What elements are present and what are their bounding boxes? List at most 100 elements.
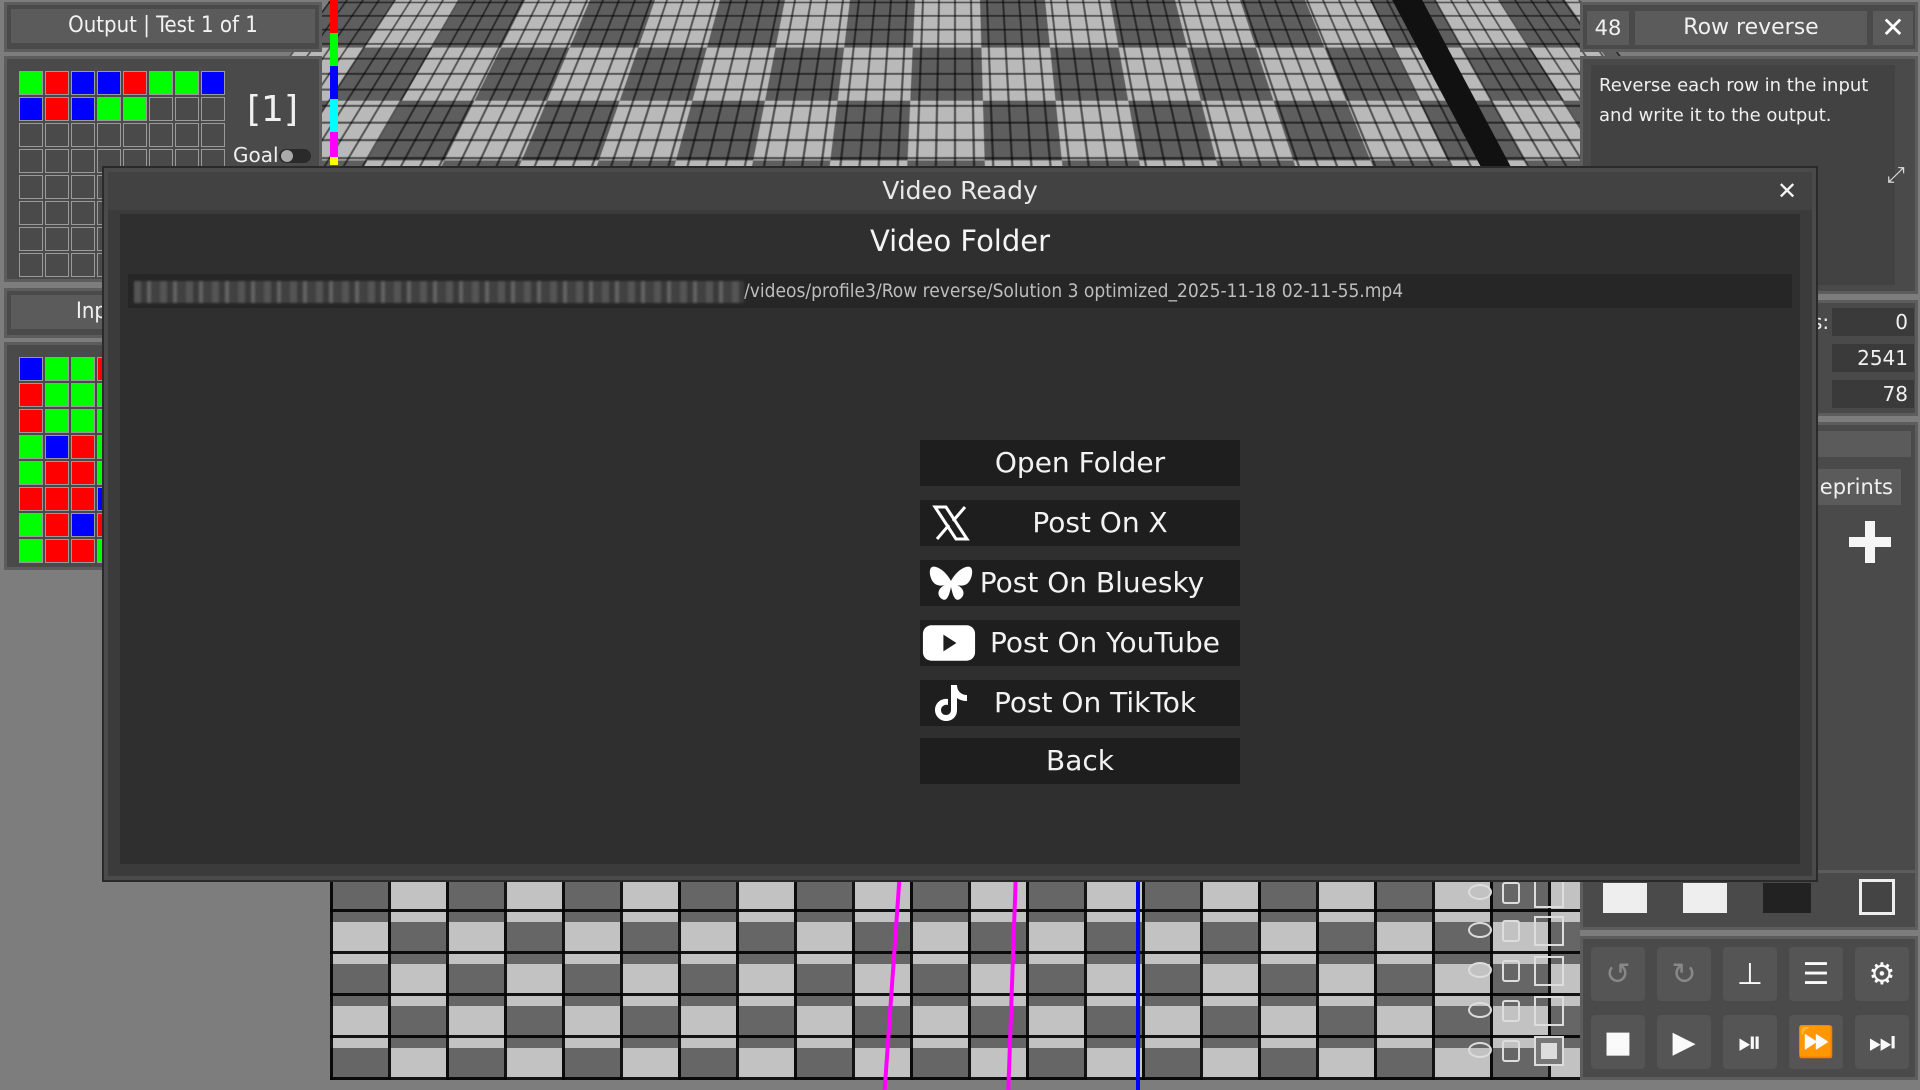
grid-cell [19, 123, 43, 147]
grid-cell [97, 71, 121, 95]
close-icon: ✕ [1881, 11, 1905, 44]
post-on-tiktok-button[interactable]: Post On TikTok [920, 680, 1240, 726]
eye-icon[interactable] [1468, 922, 1492, 938]
back-button[interactable]: Back [920, 738, 1240, 784]
redacted-path-prefix [134, 280, 744, 303]
expand-icon[interactable]: ⤢ [1887, 163, 1905, 188]
redo-button[interactable]: ↻ [1657, 947, 1711, 1001]
grid-cell [97, 123, 121, 147]
component-icon[interactable] [1603, 883, 1647, 913]
grid-cell [45, 253, 69, 277]
grid-cell [19, 149, 43, 173]
fastest-button[interactable]: ⏭ [1855, 1015, 1909, 1069]
grid-cell [19, 435, 43, 459]
stop-button[interactable]: ■ [1591, 1015, 1645, 1069]
layer-checkbox[interactable] [1534, 996, 1564, 1026]
post-on-x-button[interactable]: Post On X [920, 500, 1240, 546]
grid-cell [19, 461, 43, 485]
menu-button[interactable]: ☰ [1789, 947, 1843, 1001]
layer-row[interactable] [1468, 996, 1578, 1030]
goal-label: Goal [233, 143, 279, 167]
layer-checkbox[interactable] [1534, 1036, 1564, 1066]
post-on-youtube-label: Post On YouTube [989, 626, 1221, 659]
close-task-button[interactable]: ✕ [1873, 11, 1913, 45]
eye-icon[interactable] [1468, 1002, 1492, 1018]
eye-icon[interactable] [1468, 1042, 1492, 1058]
lock-icon[interactable] [1502, 920, 1520, 942]
grid-cell [45, 201, 69, 225]
fast-forward-button[interactable]: ⏩ [1789, 1015, 1843, 1069]
component-icon[interactable] [1763, 883, 1811, 913]
grid-cell [45, 435, 69, 459]
grid-cell [71, 435, 95, 459]
post-on-x-label: Post On X [1032, 506, 1168, 539]
grid-cell [19, 513, 43, 537]
grid-cell [45, 513, 69, 537]
youtube-icon [922, 623, 976, 663]
grid-cell [19, 487, 43, 511]
grid-cell [45, 383, 69, 407]
step-button[interactable]: ⏯ [1723, 1015, 1777, 1069]
layer-checkbox[interactable] [1534, 916, 1564, 946]
component-icon[interactable] [1683, 883, 1727, 913]
wire-blue [1136, 880, 1140, 1090]
grid-cell [175, 123, 199, 147]
gear-icon: ⚙ [1868, 956, 1896, 992]
controls-panel: ↺ ↻ ⊥ ☰ ⚙ ■ ▶ ⏯ ⏩ ⏭ [1580, 936, 1918, 1080]
open-folder-label: Open Folder [994, 446, 1166, 479]
board-bottom-view[interactable] [330, 880, 1580, 1080]
layer-checkbox[interactable] [1534, 956, 1564, 986]
grid-cell [201, 71, 225, 95]
grid-cell [19, 253, 43, 277]
output-header: Output | Test 1 of 1 [4, 2, 322, 52]
video-folder-heading: Video Folder [869, 224, 1051, 258]
lock-icon[interactable] [1502, 882, 1520, 904]
grid-cell [45, 487, 69, 511]
layer-row[interactable] [1468, 956, 1578, 990]
eye-icon[interactable] [1468, 884, 1492, 900]
description-line-2: and write it to the output. [1599, 105, 1832, 126]
redo-icon: ↻ [1671, 956, 1697, 992]
open-folder-button[interactable]: Open Folder [920, 440, 1240, 486]
grid-cell [123, 71, 147, 95]
test-index-label: [1] [247, 89, 298, 130]
settings-button[interactable]: ⚙ [1855, 947, 1909, 1001]
play-button[interactable]: ▶ [1657, 1015, 1711, 1069]
lock-icon[interactable] [1502, 1040, 1520, 1062]
component-icon[interactable] [1859, 879, 1895, 915]
layer-row[interactable] [1468, 1036, 1578, 1070]
goal-toggle[interactable] [279, 149, 311, 163]
grid-cell [71, 253, 95, 277]
grid-cell [123, 97, 147, 121]
grid-cell [149, 97, 173, 121]
fast-forward-icon: ⏩ [1797, 1024, 1835, 1060]
post-on-tiktok-label: Post On TikTok [993, 686, 1197, 719]
post-on-bluesky-label: Post On Bluesky [979, 566, 1205, 599]
stamp-button[interactable]: ⊥ [1723, 947, 1777, 1001]
lock-icon[interactable] [1502, 1000, 1520, 1022]
add-blueprint-button[interactable] [1849, 521, 1891, 563]
output-title: Output | Test 1 of 1 [11, 9, 315, 43]
grid-cell [149, 123, 173, 147]
plus-icon-bar [1849, 537, 1891, 547]
grid-cell [19, 227, 43, 251]
grid-cell [19, 383, 43, 407]
grid-cell [19, 409, 43, 433]
layer-row[interactable] [1468, 916, 1578, 950]
dialog-close-button[interactable]: ✕ [1770, 174, 1804, 208]
grid-cell [19, 71, 43, 95]
menu-icon: ☰ [1802, 956, 1830, 992]
post-on-bluesky-button[interactable]: Post On Bluesky [920, 560, 1240, 606]
lock-icon[interactable] [1502, 960, 1520, 982]
description-line-1: Reverse each row in the input [1599, 75, 1869, 96]
grid-cell [45, 97, 69, 121]
video-path[interactable]: /videos/profile3/Row reverse/Solution 3 … [128, 274, 1792, 308]
post-on-youtube-button[interactable]: Post On YouTube [920, 620, 1240, 666]
layer-checkbox[interactable] [1534, 878, 1564, 908]
layer-row[interactable] [1468, 878, 1578, 912]
grid-cell [71, 97, 95, 121]
toggle-knob [281, 150, 293, 162]
grid-cell [45, 227, 69, 251]
eye-icon[interactable] [1468, 962, 1492, 978]
undo-button[interactable]: ↺ [1591, 947, 1645, 1001]
